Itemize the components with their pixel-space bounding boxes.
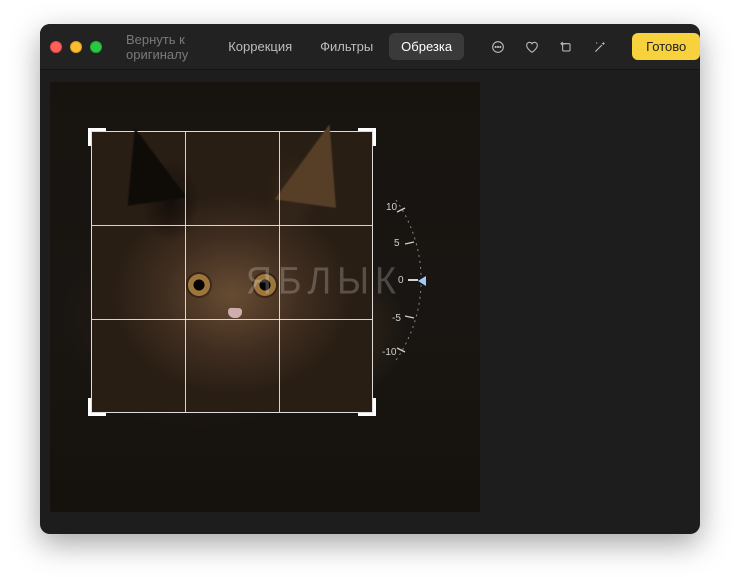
photo-detail	[228, 308, 242, 318]
tab-crop[interactable]: Обрезка	[389, 33, 464, 60]
revert-to-original-button[interactable]: Вернуть к оригиналу	[118, 28, 196, 66]
canvas-area: ЯБЛЫК 10 5 0 -5 -10	[40, 70, 700, 534]
crop-grid-line	[92, 225, 372, 226]
dial-tick-label: 5	[394, 238, 400, 249]
zoom-window-button[interactable]	[90, 41, 102, 53]
photo-crop-preview	[92, 132, 372, 412]
minimize-window-button[interactable]	[70, 41, 82, 53]
favorite-icon[interactable]	[518, 34, 546, 60]
dial-tick-label: 0	[398, 275, 404, 286]
auto-enhance-icon[interactable]	[586, 34, 614, 60]
dial-tick-label: -10	[382, 347, 397, 358]
crop-rectangle[interactable]: ЯБЛЫК	[92, 132, 372, 412]
crop-handle-bottom-left[interactable]	[88, 398, 106, 416]
straighten-dial[interactable]: 10 5 0 -5 -10	[376, 190, 496, 370]
crop-grid-line	[279, 132, 280, 412]
dial-tick-label: -5	[392, 313, 401, 324]
close-window-button[interactable]	[50, 41, 62, 53]
crop-grid-line	[185, 132, 186, 412]
toolbar-icons	[484, 34, 614, 60]
crop-grid-line	[92, 319, 372, 320]
dial-indicator-icon	[418, 276, 426, 286]
photo-detail	[275, 118, 348, 208]
rotate-icon[interactable]	[552, 34, 580, 60]
tab-adjust[interactable]: Коррекция	[216, 33, 304, 60]
more-icon[interactable]	[484, 34, 512, 60]
photo-detail	[254, 274, 276, 296]
photo-detail	[188, 274, 210, 296]
window-controls	[50, 41, 102, 53]
crop-handle-bottom-right[interactable]	[358, 398, 376, 416]
edit-mode-tabs: Коррекция Фильтры Обрезка	[216, 33, 464, 60]
crop-handle-top-left[interactable]	[88, 128, 106, 146]
app-window: Вернуть к оригиналу Коррекция Фильтры Об…	[40, 24, 700, 534]
dial-tick-label: 10	[386, 202, 398, 213]
photo-detail	[117, 122, 187, 206]
crop-handle-top-right[interactable]	[358, 128, 376, 146]
titlebar: Вернуть к оригиналу Коррекция Фильтры Об…	[40, 24, 700, 70]
tab-filters[interactable]: Фильтры	[308, 33, 385, 60]
done-button[interactable]: Готово	[632, 33, 700, 60]
